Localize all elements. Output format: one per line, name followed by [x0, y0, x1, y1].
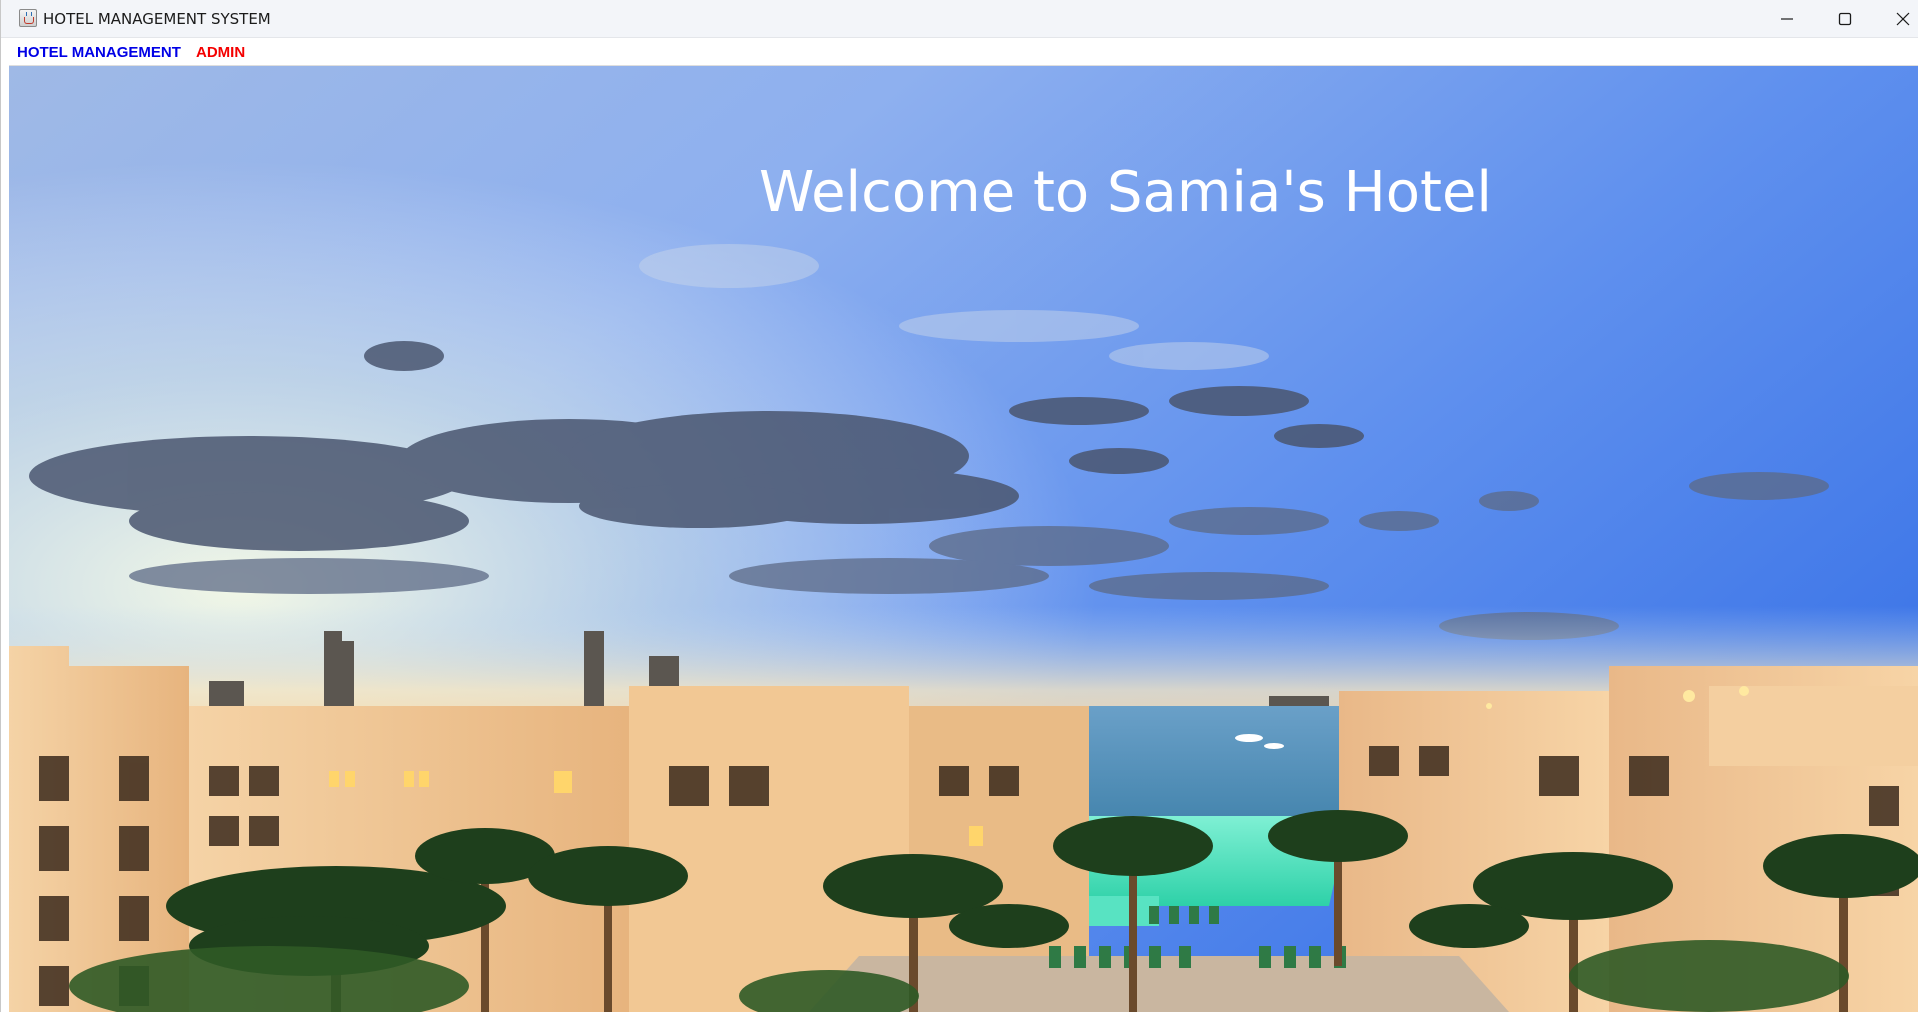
content-panel: Welcome to Samia's Hotel: [9, 66, 1918, 1012]
menu-admin[interactable]: ADMIN: [192, 42, 249, 63]
maximize-icon: [1838, 12, 1852, 26]
close-button[interactable]: [1875, 0, 1918, 38]
menu-bar: HOTEL MANAGEMENT ADMIN: [9, 38, 1918, 66]
maximize-button[interactable]: [1817, 0, 1873, 38]
title-bar[interactable]: HOTEL MANAGEMENT SYSTEM: [1, 0, 1918, 38]
close-icon: [1896, 12, 1910, 26]
minimize-icon: [1781, 18, 1793, 20]
minimize-button[interactable]: [1759, 0, 1815, 38]
menu-hotel-management[interactable]: HOTEL MANAGEMENT: [13, 42, 185, 63]
welcome-heading: Welcome to Samia's Hotel: [759, 160, 1492, 225]
window-title: HOTEL MANAGEMENT SYSTEM: [43, 10, 271, 28]
java-app-icon[interactable]: [19, 9, 37, 27]
application-window: HOTEL MANAGEMENT SYSTEM HOTEL MANAGEMENT…: [0, 0, 1918, 1012]
